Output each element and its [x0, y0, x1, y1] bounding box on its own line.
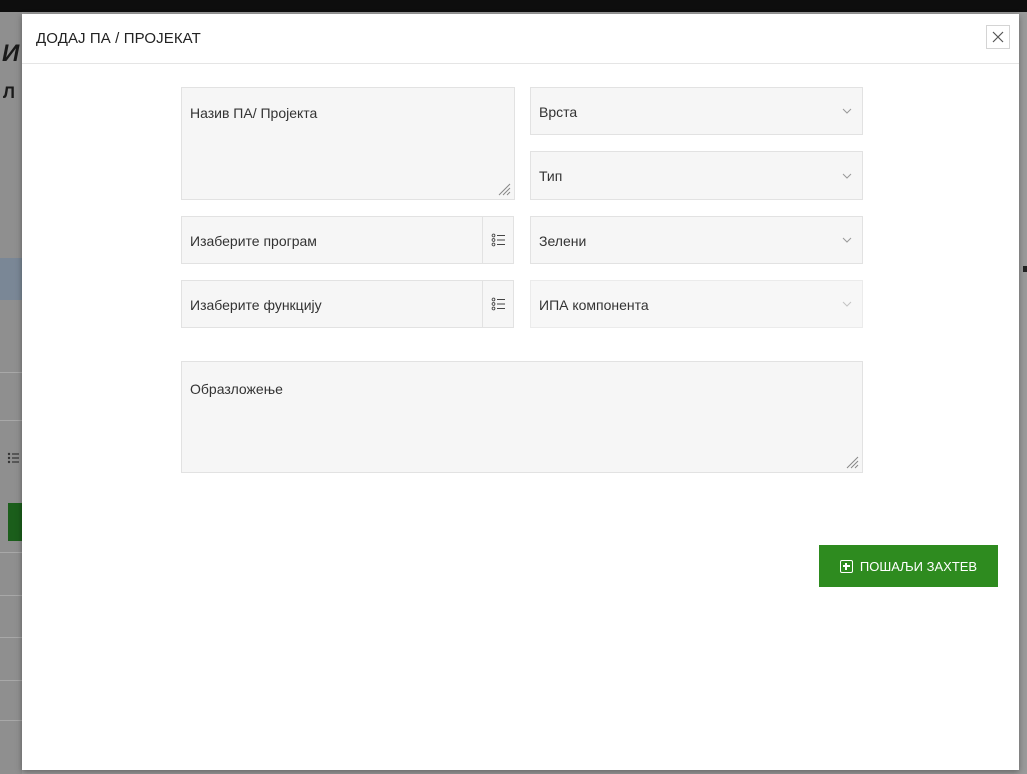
program-list-button[interactable] — [482, 216, 514, 264]
background-band — [0, 258, 22, 300]
program-input-label: Изаберите програм — [190, 233, 317, 249]
green-select[interactable]: Зелени — [530, 216, 863, 264]
type-select[interactable]: Тип — [530, 151, 863, 200]
send-request-button[interactable]: ПОШАЉИ ЗАХТЕВ — [819, 545, 998, 587]
chevron-down-icon — [842, 301, 852, 307]
background-divider — [0, 637, 22, 638]
background-heading-fragment: И — [2, 40, 20, 67]
kind-select[interactable]: Врста — [530, 87, 863, 135]
background-subheading-fragment: Л — [3, 83, 15, 102]
ipa-component-select-label: ИПА компонента — [539, 297, 649, 313]
background-green-button — [8, 503, 22, 541]
list-icon — [491, 297, 505, 311]
function-input-label: Изаберите функцију — [190, 297, 322, 313]
background-divider — [0, 680, 22, 681]
background-divider — [0, 420, 22, 421]
program-input[interactable]: Изаберите програм — [181, 216, 483, 264]
background-right-mark — [1023, 266, 1027, 272]
background-list-icon — [7, 452, 19, 467]
send-request-label: ПОШАЉИ ЗАХТЕВ — [859, 558, 978, 574]
chevron-down-icon — [842, 173, 852, 179]
green-select-label: Зелени — [539, 233, 587, 249]
background-divider — [0, 372, 22, 373]
close-icon — [992, 31, 1004, 43]
list-icon — [491, 233, 505, 247]
background-left-strip — [0, 12, 22, 774]
type-select-label: Тип — [539, 168, 563, 184]
justification-placeholder: Образложење — [190, 381, 283, 397]
background-divider — [0, 720, 22, 721]
chevron-down-icon — [842, 108, 852, 114]
project-name-textarea[interactable]: Назив ПА/ Пројекта — [181, 87, 515, 200]
function-input[interactable]: Изаберите функцију — [181, 280, 483, 328]
justification-textarea[interactable]: Образложење — [181, 361, 863, 473]
modal-header: ДОДАЈ ПА / ПРОЈЕКАТ — [22, 14, 1019, 64]
function-list-button[interactable] — [482, 280, 514, 328]
resize-handle-icon[interactable] — [497, 182, 511, 196]
ipa-component-select[interactable]: ИПА компонента — [530, 280, 863, 328]
add-project-modal: ДОДАЈ ПА / ПРОЈЕКАТ Назив ПА/ Пројекта В… — [22, 14, 1019, 770]
close-button[interactable] — [986, 25, 1010, 49]
chevron-down-icon — [842, 237, 852, 243]
modal-title: ДОДАЈ ПА / ПРОЈЕКАТ — [36, 30, 201, 47]
plus-square-icon — [839, 559, 853, 573]
project-name-placeholder: Назив ПА/ Пројекта — [190, 105, 318, 121]
background-divider — [0, 595, 22, 596]
background-divider — [0, 552, 22, 553]
kind-select-label: Врста — [539, 104, 578, 120]
background-top-bar — [0, 0, 1027, 12]
resize-handle-icon[interactable] — [845, 455, 859, 469]
